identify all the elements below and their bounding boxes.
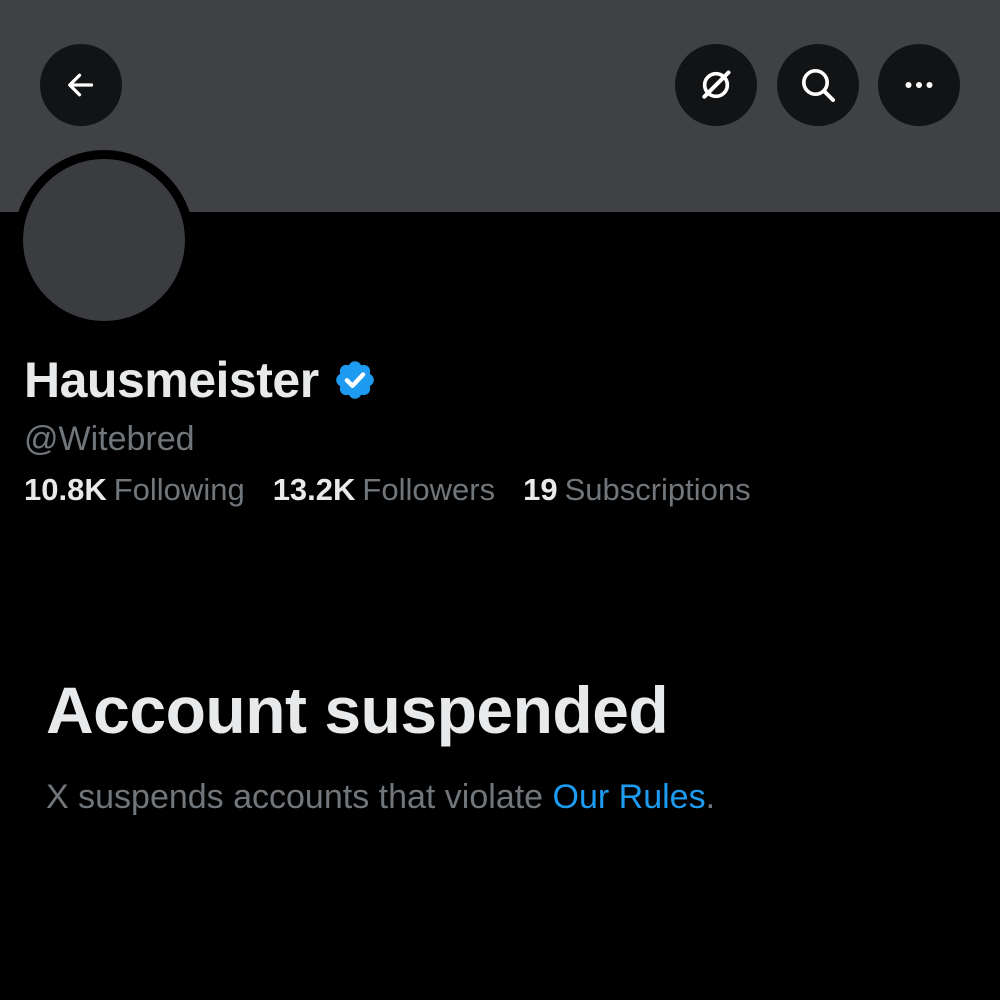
suspension-message-period: .	[705, 778, 716, 816]
suspension-message: X suspends accounts that violate Our Rul…	[46, 778, 715, 817]
grok-icon	[702, 70, 731, 99]
subscriptions-count: 19	[523, 472, 558, 507]
subscriptions-stat[interactable]: 19 Subscriptions	[523, 472, 751, 508]
subscriptions-label: Subscriptions	[564, 472, 751, 507]
followers-stat[interactable]: 13.2K Followers	[273, 472, 495, 508]
profile-stats: 10.8K Following 13.2K Followers 19 Subscrip…	[24, 472, 779, 508]
avatar[interactable]	[23, 159, 185, 321]
profile-name-row: Hausmeister	[24, 348, 377, 412]
arrow-left-icon	[68, 73, 94, 97]
our-rules-link[interactable]: Our Rules	[553, 778, 706, 816]
avatar-frame	[14, 150, 194, 330]
suspension-message-text: X suspends accounts that violate	[46, 778, 553, 816]
back-button[interactable]	[40, 44, 122, 126]
more-button[interactable]	[878, 44, 960, 126]
profile-handle: @Witebred	[24, 420, 195, 458]
display-name: Hausmeister	[24, 352, 319, 408]
following-stat[interactable]: 10.8K Following	[24, 472, 245, 508]
following-label: Following	[113, 472, 245, 507]
verified-badge-icon[interactable]	[333, 358, 377, 402]
followers-count: 13.2K	[272, 472, 356, 507]
following-count: 10.8K	[24, 472, 107, 507]
search-button[interactable]	[777, 44, 859, 126]
suspension-title: Account suspended	[46, 673, 669, 747]
followers-label: Followers	[362, 472, 496, 507]
more-horizontal-icon	[905, 82, 933, 88]
grok-button[interactable]	[675, 44, 757, 126]
search-icon	[802, 69, 835, 102]
